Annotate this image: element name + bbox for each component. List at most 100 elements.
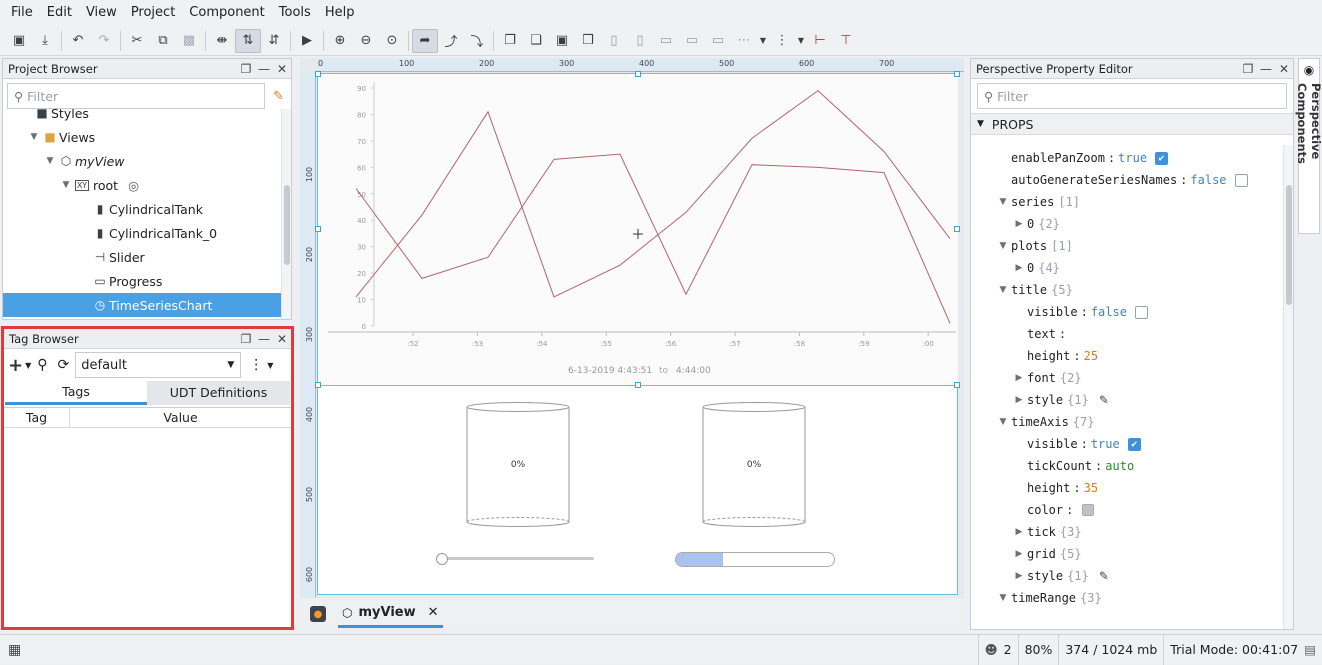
copy-icon[interactable]: ⧉: [150, 29, 176, 53]
property-checkbox[interactable]: [1234, 173, 1248, 187]
tag-provider-select[interactable]: default ▼: [75, 352, 242, 378]
chevron-down-icon[interactable]: ▼: [995, 285, 1011, 295]
guides-icon[interactable]: ⇵: [261, 29, 287, 53]
tree-item-myview[interactable]: ▼ ⬡ myView: [3, 149, 281, 173]
scroll-thumb[interactable]: [284, 185, 290, 265]
property-row-timeaxis[interactable]: ▼ timeAxis {7}: [971, 411, 1281, 433]
selection-handle[interactable]: [315, 382, 321, 388]
align-bottom-icon[interactable]: ▭: [705, 29, 731, 53]
search-icon[interactable]: ⚲: [37, 357, 47, 373]
property-filter-input[interactable]: ⚲ Filter: [977, 83, 1287, 109]
snap-icon[interactable]: ⇼: [209, 29, 235, 53]
chevron-down-icon[interactable]: ▼: [795, 29, 807, 53]
column-tag[interactable]: Tag: [4, 408, 70, 427]
restore-icon[interactable]: ❐: [237, 332, 255, 346]
undo-icon[interactable]: ↶: [65, 29, 91, 53]
tree-item-views[interactable]: ▼ ■ Views: [3, 125, 281, 149]
selection-handle[interactable]: [954, 226, 960, 232]
minimize-icon[interactable]: —: [255, 332, 273, 346]
chevron-right-icon[interactable]: ▶: [1011, 527, 1027, 537]
close-icon[interactable]: ✕: [273, 332, 291, 346]
tree-item-timeserieschart[interactable]: ◷ TimeSeriesChart: [3, 293, 281, 317]
cylindrical-tank[interactable]: 0%: [466, 402, 570, 528]
property-row-autogenerateseriesnames[interactable]: autoGenerateSeriesNames: false: [971, 169, 1281, 191]
distribute-icon[interactable]: ⋯: [731, 29, 757, 53]
chevron-down-icon[interactable]: ▼: [995, 593, 1011, 603]
project-filter-input[interactable]: ⚲ Filter: [7, 83, 265, 109]
style-brush-icon[interactable]: ✎: [1099, 393, 1109, 407]
property-row-enablepanzoom[interactable]: enablePanZoom: true ✔: [971, 147, 1281, 169]
cut-icon[interactable]: ✂: [124, 29, 150, 53]
project-logo-icon[interactable]: ●: [310, 606, 326, 622]
chevron-right-icon[interactable]: ▶: [1011, 571, 1027, 581]
property-row-title[interactable]: ▼ title {5}: [971, 279, 1281, 301]
selection-handle[interactable]: [954, 382, 960, 388]
restore-icon[interactable]: ❐: [237, 62, 255, 76]
close-icon[interactable]: ✕: [273, 62, 291, 76]
side-tab-perspective-components[interactable]: ◉ Perspective Components: [1295, 58, 1322, 234]
chevron-right-icon[interactable]: ▶: [1011, 549, 1027, 559]
property-row-0[interactable]: ▶ 0 {4}: [971, 257, 1281, 279]
property-checkbox[interactable]: [1134, 305, 1148, 319]
time-series-chart[interactable]: 0102030405060708090 :52:53:54:55:56:57:5…: [318, 74, 958, 386]
bring-front-icon[interactable]: ▣: [549, 29, 575, 53]
property-row-visible[interactable]: visible: false: [971, 301, 1281, 323]
chevron-right-icon[interactable]: ▶: [1011, 373, 1027, 383]
property-row-color[interactable]: color:: [971, 499, 1281, 521]
more-icon[interactable]: ⋮: [769, 29, 795, 53]
add-tag-icon[interactable]: +: [8, 355, 23, 376]
menu-file[interactable]: File: [4, 0, 40, 26]
column-value[interactable]: Value: [70, 408, 291, 427]
minimize-icon[interactable]: —: [1257, 62, 1275, 76]
property-value[interactable]: 25: [1084, 349, 1098, 363]
project-tree-scrollbar[interactable]: [281, 109, 291, 319]
users-indicator[interactable]: ☻ 2: [977, 634, 1018, 665]
chevron-down-icon[interactable]: ▼: [995, 417, 1011, 427]
property-row-style[interactable]: ▶ style {1} ✎: [971, 565, 1281, 587]
property-row-visible[interactable]: visible: true ✔: [971, 433, 1281, 455]
property-checkbox[interactable]: ✔: [1155, 151, 1169, 165]
view-root-container[interactable]: 0 10 20 30 40 50 60 70 80 90 :52:53:54:55:56:57:5…: [315, 71, 960, 595]
chevron-right-icon[interactable]: ▶: [1011, 395, 1027, 405]
locate-icon[interactable]: ✎: [273, 89, 284, 104]
chevron-down-icon[interactable]: ▼: [757, 29, 769, 53]
menu-tools[interactable]: Tools: [272, 0, 318, 26]
property-row-tickcount[interactable]: tickCount: auto: [971, 455, 1281, 477]
align-top-icon[interactable]: ▭: [653, 29, 679, 53]
zoom-in-icon[interactable]: ⊕: [327, 29, 353, 53]
chevron-down-icon[interactable]: ▼: [267, 361, 273, 370]
property-row-style[interactable]: ▶ style {1} ✎: [971, 389, 1281, 411]
distribute-v-icon[interactable]: ⊤: [833, 29, 859, 53]
align-middle-icon[interactable]: ▭: [679, 29, 705, 53]
paste-icon[interactable]: ▩: [176, 29, 202, 53]
chevron-down-icon[interactable]: ▼: [995, 197, 1011, 207]
select-pointer-icon[interactable]: ➦: [412, 28, 438, 53]
property-scrollbar[interactable]: [1283, 145, 1293, 629]
group-icon[interactable]: ❐: [497, 29, 523, 53]
property-value[interactable]: auto: [1105, 459, 1134, 473]
property-row-font[interactable]: ▶ font {2}: [971, 367, 1281, 389]
menu-view[interactable]: View: [79, 0, 124, 26]
chevron-down-icon[interactable]: ▼: [25, 361, 31, 370]
tree-item-cylindricaltank-0[interactable]: ▮ CylindricalTank_0: [3, 221, 281, 245]
menu-project[interactable]: Project: [124, 0, 182, 26]
props-section-header[interactable]: ▼ PROPS: [971, 113, 1293, 135]
selection-handle[interactable]: [315, 226, 321, 232]
save-icon[interactable]: ▣: [6, 29, 32, 53]
property-row-0[interactable]: ▶ 0 {2}: [971, 213, 1281, 235]
layout-grid-icon[interactable]: ▦: [8, 642, 21, 658]
preview-play-icon[interactable]: ▶: [294, 29, 320, 53]
slider[interactable]: [436, 553, 596, 565]
property-value[interactable]: false: [1190, 173, 1226, 187]
save-all-icon[interactable]: ⤓: [32, 29, 58, 53]
tree-item-styles[interactable]: ■ Styles: [3, 109, 281, 125]
close-icon[interactable]: ✕: [428, 605, 439, 620]
align-center-icon[interactable]: ▯: [627, 29, 653, 53]
more-vert-icon[interactable]: ⋮: [249, 357, 263, 373]
distribute-h-icon[interactable]: ⊢: [807, 29, 833, 53]
property-row-text[interactable]: text:: [971, 323, 1281, 345]
restore-icon[interactable]: ❐: [1239, 62, 1257, 76]
redo-icon[interactable]: ↷: [91, 29, 117, 53]
ungroup-icon[interactable]: ❏: [523, 29, 549, 53]
tree-item-cylindricaltank[interactable]: ▮ CylindricalTank: [3, 197, 281, 221]
